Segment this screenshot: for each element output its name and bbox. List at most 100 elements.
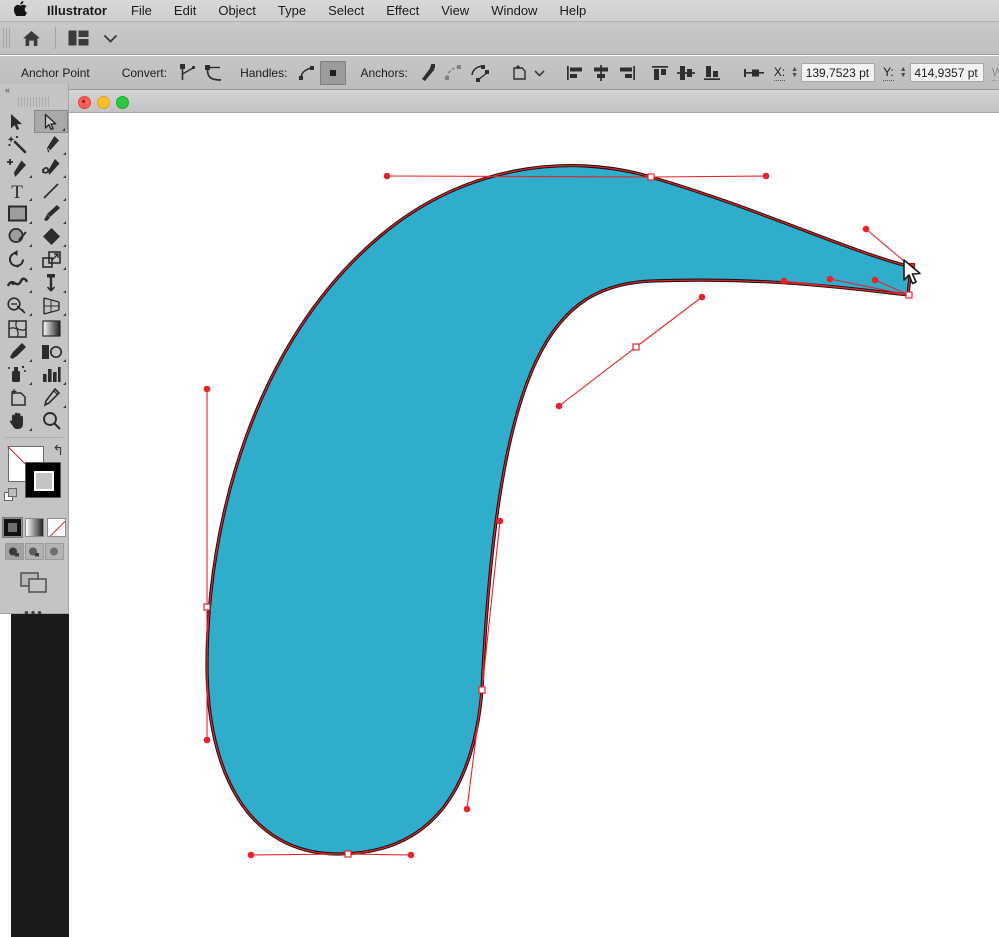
tool-hand[interactable] xyxy=(0,409,34,432)
tool-shape-builder[interactable] xyxy=(0,294,34,317)
vector-shape-path[interactable] xyxy=(205,164,913,856)
tool-line-segment[interactable] xyxy=(34,179,68,202)
handle-point[interactable] xyxy=(496,517,504,525)
gradient-mode-button[interactable] xyxy=(24,518,44,537)
anchor-tip-top[interactable] xyxy=(906,262,916,272)
tool-eyedropper[interactable] xyxy=(0,340,34,363)
swap-fill-stroke-icon[interactable]: ↰ xyxy=(52,443,64,457)
handle-point[interactable] xyxy=(862,225,870,233)
tool-blend[interactable] xyxy=(34,340,68,363)
anchor-tip-bottom[interactable] xyxy=(905,291,913,299)
menu-item-view[interactable]: View xyxy=(441,0,469,22)
tool-curvature[interactable] xyxy=(34,156,68,179)
tool-rotate[interactable] xyxy=(0,248,34,271)
artboard-canvas[interactable] xyxy=(69,113,999,937)
align-vertical-center-button[interactable] xyxy=(673,61,699,85)
tool-pen[interactable] xyxy=(34,133,68,156)
tool-rectangle[interactable] xyxy=(0,202,34,225)
handle-point[interactable] xyxy=(826,275,834,283)
menu-item-edit[interactable]: Edit xyxy=(174,0,196,22)
handle-point[interactable] xyxy=(463,805,471,813)
anchor-inner-low[interactable] xyxy=(478,686,486,694)
menu-item-object[interactable]: Object xyxy=(218,0,256,22)
convert-to-corner-button[interactable] xyxy=(174,61,200,85)
align-top-button[interactable] xyxy=(647,61,673,85)
anchor-inner-mid[interactable] xyxy=(632,343,640,351)
handle-point[interactable] xyxy=(383,172,391,180)
connect-anchors-button[interactable] xyxy=(441,61,467,85)
tools-panel-drag-handle[interactable] xyxy=(18,97,50,107)
zoom-button[interactable] xyxy=(116,96,129,109)
x-stepper[interactable]: ▲ ▼ xyxy=(791,66,798,79)
cut-path-button[interactable] xyxy=(467,61,493,85)
tool-direct-selection[interactable] xyxy=(34,110,68,133)
tool-type[interactable]: T xyxy=(0,179,34,202)
isolate-object-button[interactable] xyxy=(507,61,533,85)
color-mode-button[interactable] xyxy=(1,517,23,538)
tool-free-transform[interactable] xyxy=(34,271,68,294)
handle-point[interactable] xyxy=(555,402,563,410)
y-stepper[interactable]: ▲ ▼ xyxy=(900,66,907,79)
stroke-swatch[interactable] xyxy=(25,462,61,498)
handle-point[interactable] xyxy=(762,172,770,180)
menu-item-file[interactable]: File xyxy=(131,0,152,22)
menu-item-help[interactable]: Help xyxy=(559,0,586,22)
tool-mesh[interactable] xyxy=(0,317,34,340)
home-button[interactable] xyxy=(16,26,46,51)
hide-handles-button[interactable] xyxy=(320,60,347,85)
tool-paintbrush[interactable] xyxy=(34,202,68,225)
collapse-panel-button[interactable]: « xyxy=(0,84,68,97)
convert-to-smooth-button[interactable] xyxy=(200,61,226,85)
draw-normal-button[interactable] xyxy=(4,543,24,560)
handle-point[interactable] xyxy=(698,293,706,301)
draw-behind-button[interactable] xyxy=(24,543,44,560)
show-handles-button[interactable] xyxy=(294,61,320,85)
align-bottom-button[interactable] xyxy=(699,61,725,85)
tool-width[interactable] xyxy=(0,271,34,294)
tool-add-anchor-point[interactable] xyxy=(0,156,34,179)
tool-selection[interactable] xyxy=(0,110,34,133)
remove-anchor-button[interactable] xyxy=(415,61,441,85)
tool-artboard[interactable] xyxy=(0,386,34,409)
menu-item-effect[interactable]: Effect xyxy=(386,0,419,22)
tool-scale[interactable] xyxy=(34,248,68,271)
tool-eraser[interactable] xyxy=(34,225,68,248)
menu-item-window[interactable]: Window xyxy=(491,0,537,22)
y-coordinate-field[interactable]: 414,9357 pt xyxy=(909,63,984,82)
tool-column-graph[interactable] xyxy=(34,363,68,386)
default-fill-stroke-icon[interactable] xyxy=(4,488,18,502)
align-horizontal-center-button[interactable] xyxy=(588,61,614,85)
minimize-button[interactable] xyxy=(97,96,110,109)
handle-point[interactable] xyxy=(203,736,211,744)
handle-point[interactable] xyxy=(203,385,211,393)
menu-item-illustrator[interactable]: Illustrator xyxy=(47,0,107,22)
arrange-documents-button[interactable] xyxy=(63,26,93,51)
tool-shaper[interactable] xyxy=(0,225,34,248)
align-right-button[interactable] xyxy=(614,61,640,85)
arrange-documents-dropdown[interactable] xyxy=(95,26,125,51)
document-title-bar[interactable] xyxy=(69,90,999,113)
menu-item-type[interactable]: Type xyxy=(278,0,306,22)
tool-slice[interactable] xyxy=(34,386,68,409)
distribute-spacing-button[interactable] xyxy=(742,61,768,85)
align-left-button[interactable] xyxy=(562,61,588,85)
tool-perspective-grid[interactable] xyxy=(34,294,68,317)
close-button[interactable] xyxy=(78,96,91,109)
tool-symbol-sprayer[interactable] xyxy=(0,363,34,386)
tool-magic-wand[interactable] xyxy=(0,133,34,156)
menu-item-select[interactable]: Select xyxy=(328,0,364,22)
anchor-left[interactable] xyxy=(203,603,211,611)
handle-point[interactable] xyxy=(871,276,879,284)
handle-point[interactable] xyxy=(780,277,788,285)
x-coordinate-field[interactable]: 139,7523 pt xyxy=(801,63,876,82)
handle-point[interactable] xyxy=(407,851,415,859)
none-mode-button[interactable] xyxy=(46,518,66,537)
application-bar-grip[interactable] xyxy=(3,28,10,48)
draw-inside-button[interactable] xyxy=(44,543,64,560)
handle-point[interactable] xyxy=(247,851,255,859)
anchor-top[interactable] xyxy=(647,173,655,181)
apple-menu-icon[interactable] xyxy=(13,1,27,20)
isolate-object-dropdown[interactable] xyxy=(533,61,546,85)
anchor-bottom[interactable] xyxy=(344,850,352,858)
tool-zoom[interactable] xyxy=(34,409,68,432)
